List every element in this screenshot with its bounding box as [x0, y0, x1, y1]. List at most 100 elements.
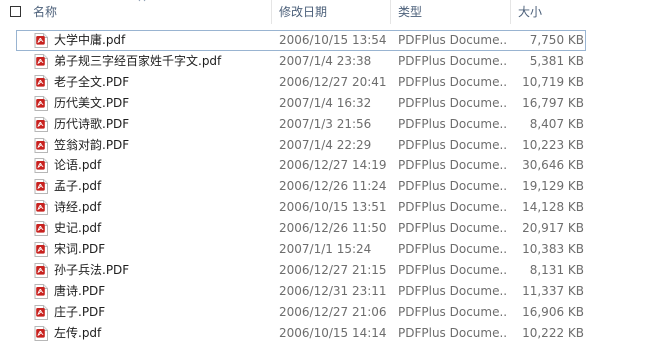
file-modified-date: 2006/12/31 23:11 — [279, 283, 387, 298]
select-all-checkbox[interactable] — [10, 6, 21, 17]
file-name: 宋词.PDF — [54, 242, 106, 256]
column-header-type[interactable]: 类型 — [398, 0, 422, 24]
file-type: PDFPlus Docume... — [398, 158, 508, 173]
file-size: 10,383 KB — [522, 242, 584, 256]
column-header-size[interactable]: 大小 — [518, 0, 542, 24]
pdf-file-icon — [34, 283, 48, 299]
file-name: 孟子.pdf — [54, 179, 102, 194]
file-size: 10,222 KB — [522, 325, 584, 340]
file-row[interactable]: 诗经.pdf 2006/10/15 13:51 PDFPlus Docume... 1… — [0, 197, 659, 218]
pdf-file-icon — [34, 116, 48, 132]
file-modified-date: 2007/1/4 16:32 — [279, 95, 372, 110]
file-name: 史记.pdf — [54, 221, 102, 236]
file-name: 大学中庸.pdf — [54, 33, 126, 47]
file-row[interactable]: 老子全文.PDF 2006/12/27 20:41 PDFPlus Docume..… — [0, 72, 659, 93]
file-type: PDFPlus Docume... — [398, 200, 508, 215]
file-modified-date: 2007/1/1 15:24 — [279, 242, 372, 256]
file-size: 7,750 KB — [529, 33, 584, 47]
file-name: 老子全文.PDF — [54, 74, 130, 89]
file-row[interactable]: 史记.pdf 2006/12/26 11:50 PDFPlus Docume... 2… — [0, 218, 659, 239]
file-size: 10,719 KB — [522, 74, 584, 89]
file-name: 弟子规三字经百家姓千字文.pdf — [54, 53, 222, 68]
file-modified-date: 2006/12/27 21:06 — [279, 304, 387, 319]
file-row[interactable]: 弟子规三字经百家姓千字文.pdf 2007/1/4 23:38 PDFPlus Do… — [0, 51, 659, 72]
file-row[interactable]: 左传.pdf 2006/10/15 14:14 PDFPlus Docume... 1… — [0, 323, 659, 344]
file-modified-date: 2007/1/3 21:56 — [279, 116, 372, 131]
file-row[interactable]: 笠翁对韵.PDF 2007/1/4 22:29 PDFPlus Docume... 1… — [0, 135, 659, 156]
file-row[interactable]: 庄子.PDF 2006/12/27 21:06 PDFPlus Docume... 1… — [0, 302, 659, 323]
file-size: 5,381 KB — [529, 53, 584, 68]
pdf-file-icon — [34, 53, 48, 69]
column-header-date[interactable]: 修改日期 — [279, 0, 327, 24]
file-type: PDFPlus Docume... — [398, 53, 508, 68]
file-row[interactable]: 论语.pdf 2006/12/27 14:19 PDFPlus Docume... 3… — [0, 155, 659, 176]
file-modified-date: 2006/12/26 11:24 — [279, 179, 387, 194]
file-size: 14,128 KB — [522, 200, 584, 215]
file-name: 庄子.PDF — [54, 304, 106, 319]
file-size: 10,223 KB — [522, 137, 584, 152]
pdf-file-icon — [34, 262, 48, 278]
pdf-file-icon — [34, 200, 48, 216]
file-modified-date: 2006/12/27 14:19 — [279, 158, 387, 173]
column-divider[interactable] — [271, 0, 272, 24]
file-type: PDFPlus Docume... — [398, 74, 508, 89]
file-modified-date: 2006/12/27 20:41 — [279, 74, 387, 89]
file-modified-date: 2006/10/15 13:51 — [279, 200, 387, 215]
file-type: PDFPlus Docume... — [398, 283, 508, 298]
pdf-file-icon — [34, 158, 48, 174]
file-type: PDFPlus Docume... — [398, 221, 508, 236]
file-size: 16,906 KB — [522, 304, 584, 319]
column-divider[interactable] — [390, 0, 391, 24]
file-type: PDFPlus Docume... — [398, 137, 508, 152]
file-row[interactable]: 孙子兵法.PDF 2006/12/27 21:15 PDFPlus Docume..… — [0, 260, 659, 281]
file-size: 30,646 KB — [522, 158, 584, 173]
file-name: 唐诗.PDF — [54, 283, 106, 298]
file-modified-date: 2006/10/15 13:54 — [279, 33, 387, 47]
pdf-file-icon — [34, 95, 48, 111]
file-type: PDFPlus Docume... — [398, 179, 508, 194]
file-type: PDFPlus Docume... — [398, 304, 508, 319]
file-name: 论语.pdf — [54, 158, 102, 173]
pdf-file-icon — [34, 33, 48, 48]
file-row[interactable]: 历代美文.PDF 2007/1/4 16:32 PDFPlus Docume... 1… — [0, 93, 659, 114]
pdf-file-icon — [34, 304, 48, 320]
file-name: 左传.pdf — [54, 325, 102, 340]
column-header-name[interactable]: 名称 — [33, 0, 57, 24]
pdf-file-icon — [34, 221, 48, 237]
file-name: 笠翁对韵.PDF — [54, 137, 130, 152]
file-type: PDFPlus Docume... — [398, 33, 508, 47]
pdf-file-icon — [34, 179, 48, 195]
file-name: 历代美文.PDF — [54, 95, 130, 110]
file-size: 8,407 KB — [529, 116, 584, 131]
pdf-file-icon — [34, 325, 48, 341]
column-header-bar: 名称 修改日期 类型 大小 — [0, 0, 659, 24]
file-row[interactable]: 唐诗.PDF 2006/12/31 23:11 PDFPlus Docume... 1… — [0, 281, 659, 302]
file-modified-date: 2006/12/27 21:15 — [279, 262, 387, 277]
file-modified-date: 2007/1/4 23:38 — [279, 53, 372, 68]
file-type: PDFPlus Docume... — [398, 95, 508, 110]
chevron-up-icon[interactable] — [138, 0, 146, 3]
file-type: PDFPlus Docume... — [398, 262, 508, 277]
pdf-file-icon — [34, 137, 48, 153]
pdf-file-icon — [34, 242, 48, 257]
pdf-file-icon — [34, 74, 48, 90]
file-size: 16,797 KB — [522, 95, 584, 110]
file-size: 8,131 KB — [529, 262, 584, 277]
file-row[interactable]: 大学中庸.pdf 2006/10/15 13:54 PDFPlus Docume..… — [0, 30, 659, 51]
file-name: 历代诗歌.PDF — [54, 116, 130, 131]
file-row[interactable]: 历代诗歌.PDF 2007/1/3 21:56 PDFPlus Docume... 8… — [0, 114, 659, 135]
file-name: 诗经.pdf — [54, 200, 102, 215]
file-type: PDFPlus Docume... — [398, 242, 508, 256]
file-row[interactable]: 宋词.PDF 2007/1/1 15:24 PDFPlus Docume... 10,… — [0, 239, 659, 260]
column-divider[interactable] — [510, 0, 511, 24]
file-modified-date: 2007/1/4 22:29 — [279, 137, 372, 152]
file-size: 19,129 KB — [522, 179, 584, 194]
file-size: 20,917 KB — [522, 221, 584, 236]
file-type: PDFPlus Docume... — [398, 325, 508, 340]
file-name: 孙子兵法.PDF — [54, 262, 130, 277]
file-type: PDFPlus Docume... — [398, 116, 508, 131]
file-modified-date: 2006/10/15 14:14 — [279, 325, 387, 340]
file-row[interactable]: 孟子.pdf 2006/12/26 11:24 PDFPlus Docume... 1… — [0, 176, 659, 197]
file-modified-date: 2006/12/26 11:50 — [279, 221, 387, 236]
file-size: 11,337 KB — [522, 283, 584, 298]
